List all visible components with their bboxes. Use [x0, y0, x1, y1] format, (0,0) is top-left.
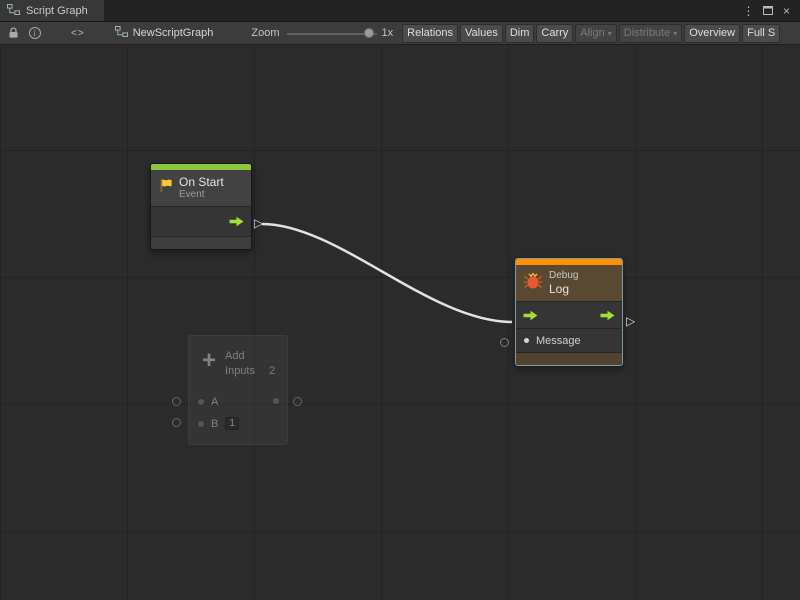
wire-layer — [0, 45, 800, 600]
zoom-value: 1x — [382, 27, 394, 39]
window-controls: ⋮ × — [740, 0, 800, 21]
edit-code-icon[interactable]: <> — [71, 28, 85, 39]
wire-onstart-to-log[interactable] — [262, 224, 512, 322]
maximize-icon[interactable] — [759, 2, 776, 20]
debug-log-footer — [516, 353, 622, 365]
node-add-preview[interactable]: + Add Inputs 2 A B 1 — [188, 335, 288, 445]
message-port-label: Message — [536, 335, 581, 347]
node-debug-log[interactable]: Debug Log Message — [515, 258, 623, 366]
info-icon-glyph: i — [29, 27, 41, 39]
zoom-slider-handle[interactable] — [364, 28, 374, 38]
add-title: Add — [225, 349, 275, 364]
wire-start-arrow-icon: ▷ — [254, 217, 263, 229]
fullscreen-button[interactable]: Full S — [742, 24, 780, 43]
add-inputs-field-label: Inputs — [225, 364, 255, 379]
overview-button[interactable]: Overview — [684, 24, 740, 43]
add-inputs-count[interactable]: 2 — [269, 364, 275, 379]
relations-button-label: Relations — [407, 27, 453, 39]
node-title: On Start — [179, 175, 224, 189]
trigger-input-port[interactable] — [523, 310, 538, 321]
fullscreen-button-label: Full S — [747, 27, 775, 39]
dropdown-arrow-icon: ▾ — [673, 29, 677, 38]
add-header: + Add Inputs 2 — [189, 336, 287, 380]
zoom-label: Zoom — [251, 27, 279, 39]
zoom-slider[interactable] — [287, 24, 377, 43]
debug-log-header: Debug Log — [516, 265, 622, 302]
debug-flow-row — [516, 302, 622, 329]
node-subtitle: Event — [179, 189, 224, 201]
on-start-flow-row — [151, 207, 251, 237]
port-b-dot-icon — [198, 421, 204, 427]
graph-canvas[interactable]: On Start Event ▷ — [0, 45, 800, 600]
script-graph-asset-icon — [115, 26, 128, 40]
add-output-circle[interactable] — [293, 397, 302, 406]
carry-button-label: Carry — [541, 27, 568, 39]
port-b-label: B — [211, 418, 218, 430]
overview-button-label: Overview — [689, 27, 735, 39]
port-a-dot-icon — [198, 399, 204, 405]
distribute-button-label: Distribute — [624, 27, 670, 39]
port-row-a[interactable]: A — [198, 396, 218, 408]
on-start-footer — [151, 237, 251, 249]
carry-button[interactable]: Carry — [536, 24, 573, 43]
align-button: Align ▾ — [575, 24, 616, 43]
dim-button-label: Dim — [510, 27, 530, 39]
graph-toolbar: i <> NewScriptGraph Zoom 1x Relations Va… — [0, 22, 800, 45]
align-button-label: Align — [580, 27, 604, 39]
sum-output-dot-icon — [273, 398, 279, 404]
lock-icon[interactable] — [3, 24, 24, 43]
tab-script-graph[interactable]: Script Graph — [0, 0, 104, 21]
script-graph-icon — [7, 4, 20, 18]
titlebar: Script Graph ⋮ × — [0, 0, 800, 22]
wire-continue-arrow-icon: ▷ — [626, 315, 635, 327]
port-a-label: A — [211, 396, 218, 408]
distribute-button: Distribute ▾ — [619, 24, 682, 43]
flag-icon — [158, 178, 173, 198]
plus-icon: + — [202, 349, 216, 373]
on-start-header: On Start Event — [151, 170, 251, 207]
add-port-b-circle[interactable] — [172, 418, 181, 427]
relations-button[interactable]: Relations — [402, 24, 458, 43]
dim-button[interactable]: Dim — [505, 24, 535, 43]
info-icon[interactable]: i — [24, 24, 45, 43]
tab-label: Script Graph — [26, 5, 88, 17]
node-title: Log — [549, 282, 578, 296]
port-row-b[interactable]: B 1 — [198, 417, 239, 430]
message-input-port-circle[interactable] — [500, 338, 509, 347]
values-button-label: Values — [465, 27, 498, 39]
trigger-output-port[interactable] — [600, 310, 615, 321]
message-port-dot-icon — [524, 338, 529, 343]
trigger-output-port[interactable] — [229, 216, 244, 227]
graph-name: NewScriptGraph — [133, 27, 214, 39]
port-b-value-field[interactable]: 1 — [225, 417, 239, 430]
window-menu-icon[interactable]: ⋮ — [740, 2, 757, 20]
bug-icon — [523, 271, 543, 295]
add-port-a-circle[interactable] — [172, 397, 181, 406]
close-icon[interactable]: × — [778, 2, 795, 20]
message-port-row[interactable]: Message — [516, 329, 622, 353]
graph-breadcrumb[interactable]: NewScriptGraph — [115, 26, 214, 40]
values-button[interactable]: Values — [460, 24, 503, 43]
node-on-start[interactable]: On Start Event — [150, 163, 252, 250]
dropdown-arrow-icon: ▾ — [608, 29, 612, 38]
node-category: Debug — [549, 270, 578, 282]
